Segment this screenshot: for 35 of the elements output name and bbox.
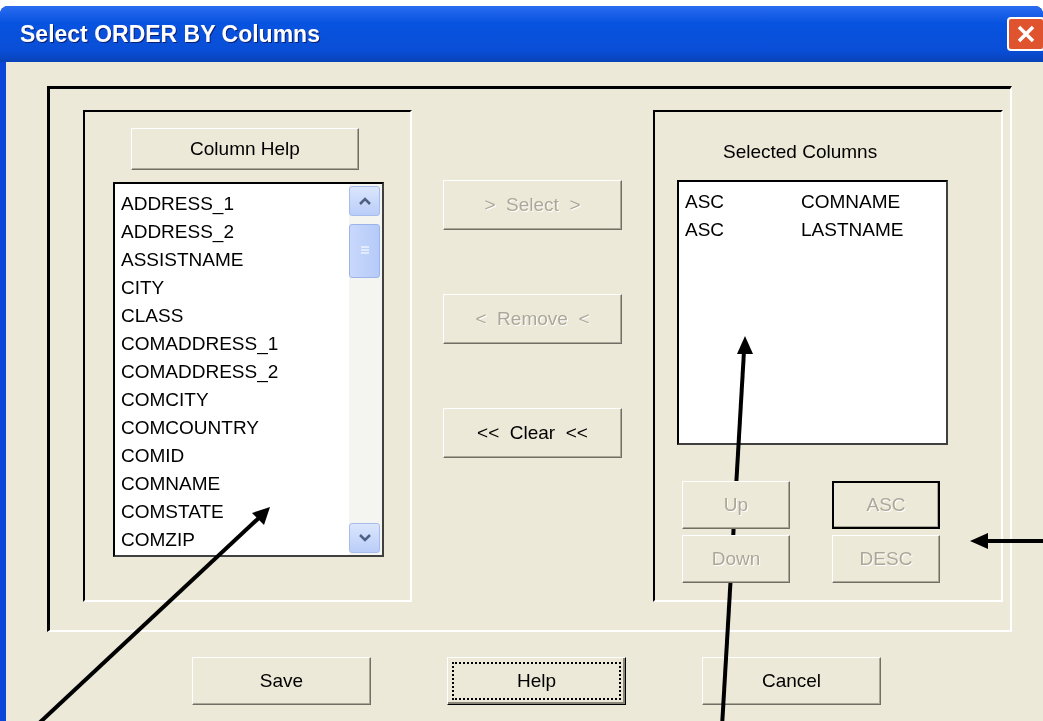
dialog-button[interactable]: Cancel xyxy=(702,657,881,705)
chevron-down-icon xyxy=(357,533,372,543)
scroll-down-button[interactable] xyxy=(349,523,380,553)
list-item[interactable]: ADDRESS_1 xyxy=(121,190,349,218)
transfer-button[interactable]: << Clear << xyxy=(443,408,622,458)
grip-icon xyxy=(359,246,370,256)
column-list[interactable]: ADDRESS_1 ADDRESS_2 ASSISTNAME CITY CLASS COMADDRESS_1 COMADDRESS_2 COMCITY COMCOUNTRY COMID COMNAME COMSTATE COMZIP xyxy=(113,182,384,557)
selected-column-list[interactable]: ASC COMNAME ASC LASTNAME xyxy=(677,180,948,445)
column-help-button[interactable]: Column Help xyxy=(131,128,359,170)
scrollbar[interactable] xyxy=(349,184,382,555)
sort-order: ASC xyxy=(685,218,726,242)
list-item[interactable]: COMCITY xyxy=(121,386,349,414)
list-heading: Selected Columns xyxy=(723,141,878,163)
column-name: COMNAME xyxy=(801,190,901,214)
list-item[interactable]: ADDRESS_2 xyxy=(121,218,349,246)
dialog-button[interactable]: Help xyxy=(447,657,626,705)
dialog-button[interactable]: Save xyxy=(192,657,371,705)
list-item[interactable]: COMCOUNTRY xyxy=(121,414,349,442)
list-item[interactable]: COMADDRESS_1 xyxy=(121,330,349,358)
list-item[interactable]: COMID xyxy=(121,442,349,470)
close-icon xyxy=(1016,24,1036,44)
scroll-thumb[interactable] xyxy=(349,224,380,278)
close-button[interactable] xyxy=(1007,17,1043,51)
list-item[interactable]: COMADDRESS_2 xyxy=(121,358,349,386)
list-item[interactable]: CLASS xyxy=(121,302,349,330)
column-name: LASTNAME xyxy=(801,218,904,242)
list-item[interactable]: CITY xyxy=(121,274,349,302)
sort-order: ASC xyxy=(685,190,726,214)
list-item[interactable]: ASSISTNAME xyxy=(121,246,349,274)
scroll-up-button[interactable] xyxy=(349,186,380,216)
list-item[interactable]: COMZIP xyxy=(121,526,349,554)
chevron-up-icon xyxy=(357,196,372,206)
list-item[interactable]: COMNAME xyxy=(121,470,349,498)
window-title: Select ORDER BY Columns xyxy=(20,20,320,48)
list-item[interactable]: COMSTATE xyxy=(121,498,349,526)
